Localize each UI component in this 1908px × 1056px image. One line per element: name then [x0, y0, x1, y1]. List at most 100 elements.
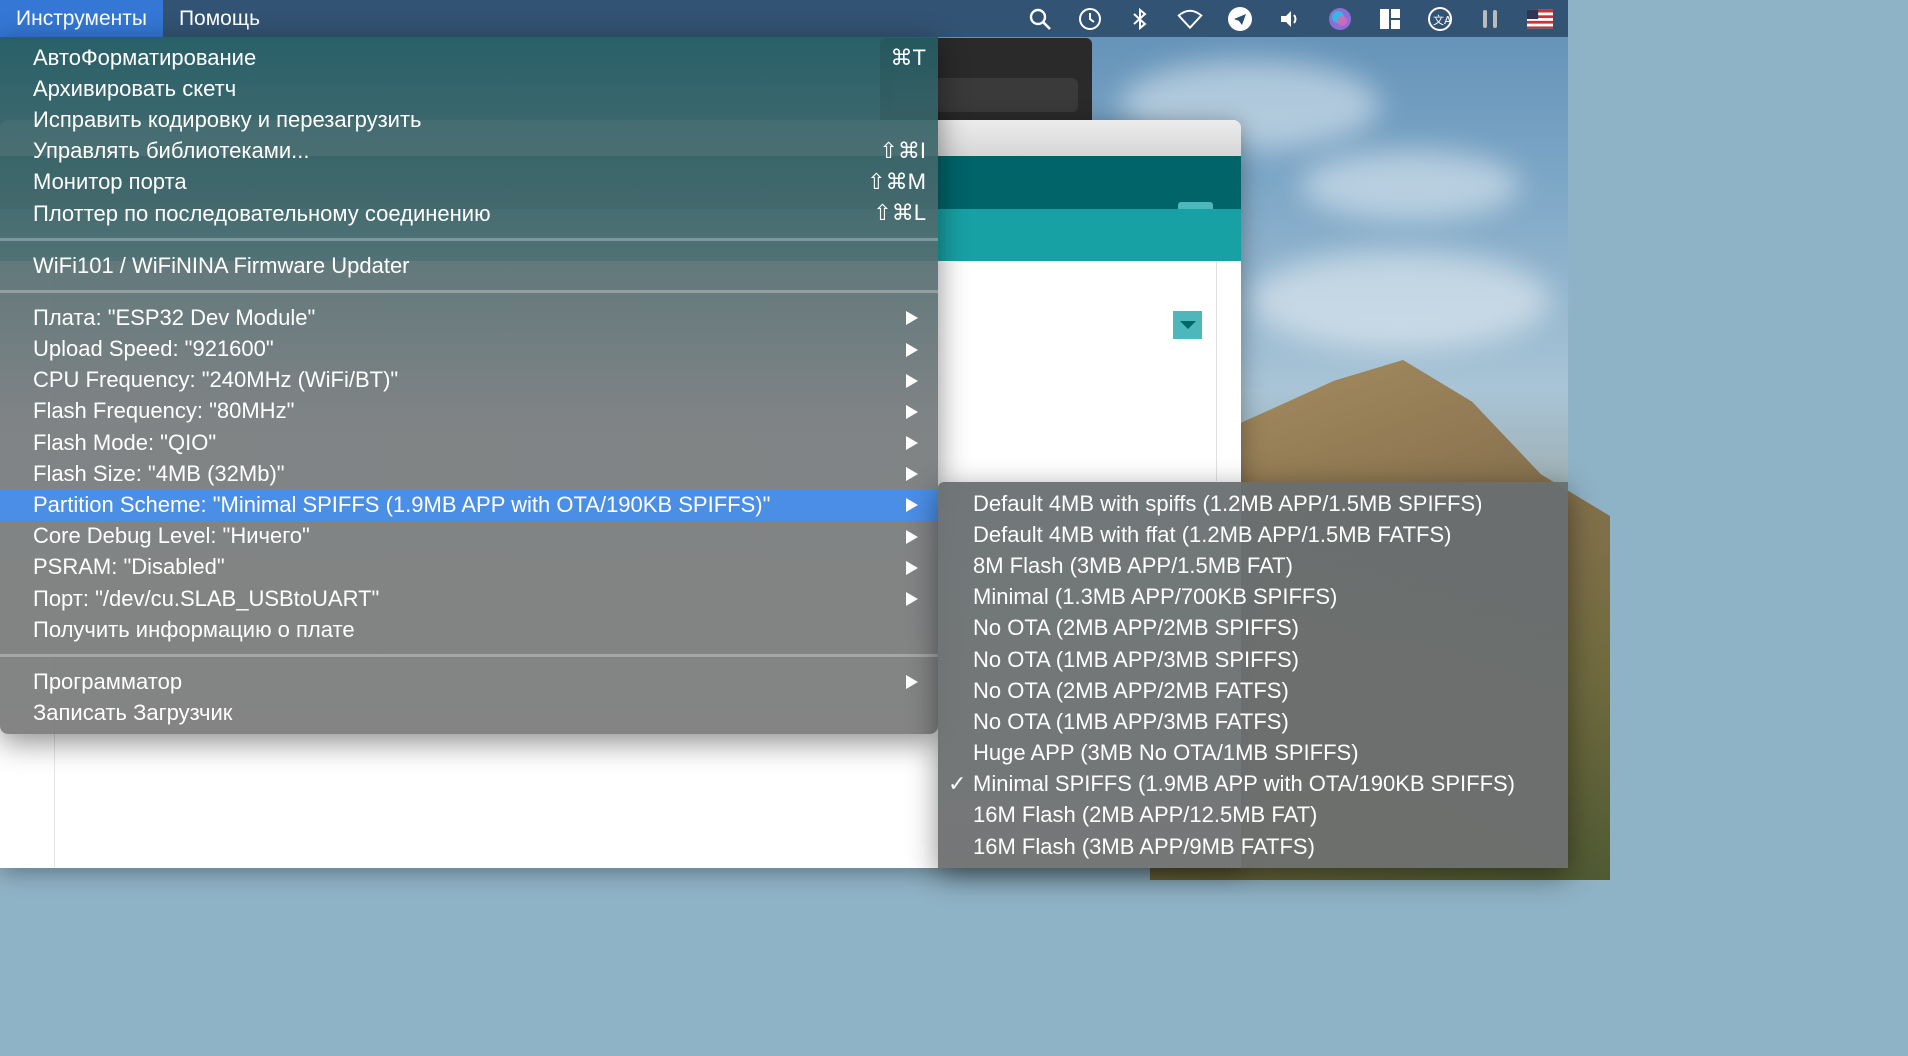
submenu-item-label: 16M Flash (3MB APP/9MB FATFS) — [973, 833, 1315, 859]
submenu-item[interactable]: Default 4MB with ffat (1.2MB APP/1.5MB F… — [938, 519, 1568, 550]
menu-item-label: Получить информацию о плате — [33, 616, 355, 642]
siri-icon[interactable] — [1326, 5, 1354, 33]
submenu-arrow-icon — [906, 498, 918, 513]
menu-bar: Инструменты Помощь 文A — [0, 0, 1568, 37]
menu-item-burn-bootloader[interactable]: Записать Загрузчик — [0, 698, 938, 729]
submenu-arrow-icon — [906, 467, 918, 482]
submenu-arrow-icon — [906, 311, 918, 326]
menu-item-partition-scheme[interactable]: Partition Scheme: "Minimal SPIFFS (1.9MB… — [0, 489, 938, 521]
tools-menu: АвтоФорматирование ⌘T Архивировать скетч… — [0, 37, 938, 734]
menu-item-label: АвтоФорматирование — [33, 44, 257, 70]
menu-item-label: WiFi101 / WiFiNINA Firmware Updater — [33, 252, 410, 278]
submenu-item[interactable]: Huge APP (3MB No OTA/1MB SPIFFS) — [938, 738, 1568, 769]
submenu-item[interactable]: 8M Flash (3MB APP/1.5MB FAT) — [938, 550, 1568, 581]
submenu-arrow-icon — [906, 436, 918, 451]
submenu-item[interactable]: 16M Flash (3MB APP/9MB FATFS) — [938, 831, 1568, 862]
submenu-arrow-icon — [906, 404, 918, 419]
volume-icon[interactable] — [1276, 5, 1304, 33]
menu-item-board[interactable]: Плата: "ESP32 Dev Module" — [0, 302, 938, 333]
menu-item-shortcut: ⇧⌘I — [879, 138, 926, 164]
menu-item-cpu-frequency[interactable]: CPU Frequency: "240MHz (WiFi/BT)" — [0, 365, 938, 396]
time-machine-icon[interactable] — [1076, 5, 1104, 33]
submenu-arrow-icon — [906, 675, 918, 690]
menu-item-label: Исправить кодировку и перезагрузить — [33, 106, 422, 132]
svg-text:文A: 文A — [1433, 13, 1452, 27]
submenu-arrow-icon — [906, 373, 918, 388]
menu-item-fix-encoding[interactable]: Исправить кодировку и перезагрузить — [0, 104, 938, 135]
menubar-help[interactable]: Помощь — [163, 0, 276, 37]
menu-item-serial-monitor[interactable]: Монитор порта ⇧⌘M — [0, 167, 938, 198]
submenu-item-label: Minimal SPIFFS (1.9MB APP with OTA/190KB… — [973, 771, 1516, 797]
menu-item-label: Flash Frequency: "80MHz" — [33, 398, 295, 424]
menu-item-label: Программатор — [33, 668, 183, 694]
menu-item-flash-frequency[interactable]: Flash Frequency: "80MHz" — [0, 396, 938, 427]
menu-separator — [0, 290, 938, 294]
submenu-arrow-icon — [906, 560, 918, 575]
menu-item-label: Записать Загрузчик — [33, 700, 233, 726]
menu-item-firmware-updater[interactable]: WiFi101 / WiFiNINA Firmware Updater — [0, 250, 938, 281]
menu-item-upload-speed[interactable]: Upload Speed: "921600" — [0, 334, 938, 365]
menu-item-shortcut: ⌘T — [890, 44, 926, 70]
menu-item-label: Управлять библиотеками... — [33, 138, 310, 164]
submenu-item-label: Minimal (1.3MB APP/700KB SPIFFS) — [973, 584, 1338, 610]
translate-icon[interactable]: 文A — [1426, 5, 1454, 33]
menu-item-label: Архивировать скетч — [33, 75, 237, 101]
submenu-item[interactable]: No OTA (2MB APP/2MB FATFS) — [938, 675, 1568, 706]
submenu-item[interactable]: No OTA (1MB APP/3MB SPIFFS) — [938, 644, 1568, 675]
menu-item-shortcut: ⇧⌘L — [873, 200, 926, 226]
window-manager-icon[interactable] — [1376, 5, 1404, 33]
submenu-item-label: Huge APP (3MB No OTA/1MB SPIFFS) — [973, 740, 1359, 766]
submenu-item-label: Default 4MB with ffat (1.2MB APP/1.5MB F… — [973, 521, 1452, 547]
us-flag-icon[interactable] — [1526, 5, 1554, 33]
tab-menu-button[interactable] — [1173, 311, 1202, 339]
menu-item-label: Upload Speed: "921600" — [33, 336, 274, 362]
menu-item-shortcut: ⇧⌘M — [867, 169, 926, 195]
menu-item-label: Плоттер по последовательному соединению — [33, 200, 491, 226]
checkmark-icon: ✓ — [948, 771, 967, 797]
menu-item-manage-libraries[interactable]: Управлять библиотеками... ⇧⌘I — [0, 136, 938, 167]
bluetooth-icon[interactable] — [1126, 5, 1154, 33]
menu-item-label: Плата: "ESP32 Dev Module" — [33, 304, 316, 330]
menu-separator — [0, 238, 938, 242]
submenu-arrow-icon — [906, 342, 918, 357]
submenu-item-label: No OTA (2MB APP/2MB SPIFFS) — [973, 615, 1300, 641]
menu-item-autoformat[interactable]: АвтоФорматирование ⌘T — [0, 42, 938, 73]
editor-scrollbar[interactable] — [1216, 261, 1217, 481]
menu-item-label: CPU Frequency: "240MHz (WiFi/BT)" — [33, 367, 399, 393]
submenu-arrow-icon — [906, 529, 918, 544]
menu-item-archive-sketch[interactable]: Архивировать скетч — [0, 73, 938, 104]
menu-item-psram[interactable]: PSRAM: "Disabled" — [0, 552, 938, 583]
spotlight-search-icon[interactable] — [1026, 5, 1054, 33]
submenu-item[interactable]: Minimal (1.3MB APP/700KB SPIFFS) — [938, 582, 1568, 613]
submenu-item-label: No OTA (1MB APP/3MB FATFS) — [973, 708, 1289, 734]
submenu-item-selected[interactable]: ✓ Minimal SPIFFS (1.9MB APP with OTA/190… — [938, 769, 1568, 800]
wifi-icon[interactable] — [1176, 5, 1204, 33]
menubar-tools[interactable]: Инструменты — [0, 0, 163, 37]
submenu-item-label: Default 4MB with spiffs (1.2MB APP/1.5MB… — [973, 490, 1483, 516]
submenu-item[interactable]: 16M Flash (2MB APP/12.5MB FAT) — [938, 800, 1568, 831]
airpods-icon[interactable] — [1476, 5, 1504, 33]
submenu-item-label: 8M Flash (3MB APP/1.5MB FAT) — [973, 552, 1293, 578]
menu-item-label: Core Debug Level: "Ничего" — [33, 523, 310, 549]
menu-item-serial-plotter[interactable]: Плоттер по последовательному соединению … — [0, 198, 938, 229]
submenu-item-label: No OTA (1MB APP/3MB SPIFFS) — [973, 646, 1300, 672]
menu-separator — [0, 654, 938, 658]
menu-item-flash-mode[interactable]: Flash Mode: "QIO" — [0, 427, 938, 458]
menu-item-label: Порт: "/dev/cu.SLAB_USBtoUART" — [33, 585, 380, 611]
submenu-item[interactable]: No OTA (2MB APP/2MB SPIFFS) — [938, 613, 1568, 644]
submenu-item-label: No OTA (2MB APP/2MB FATFS) — [973, 677, 1289, 703]
menu-item-board-info[interactable]: Получить информацию о плате — [0, 614, 938, 645]
menu-item-port[interactable]: Порт: "/dev/cu.SLAB_USBtoUART" — [0, 583, 938, 614]
menu-item-core-debug-level[interactable]: Core Debug Level: "Ничего" — [0, 521, 938, 552]
menu-item-label: Partition Scheme: "Minimal SPIFFS (1.9MB… — [33, 492, 771, 518]
submenu-arrow-icon — [906, 592, 918, 606]
partition-scheme-submenu: Default 4MB with spiffs (1.2MB APP/1.5MB… — [938, 482, 1568, 868]
submenu-item[interactable]: Default 4MB with spiffs (1.2MB APP/1.5MB… — [938, 488, 1568, 519]
submenu-item-label: 16M Flash (2MB APP/12.5MB FAT) — [973, 802, 1318, 828]
menu-item-flash-size[interactable]: Flash Size: "4MB (32Mb)" — [0, 458, 938, 489]
telegram-icon[interactable] — [1226, 5, 1254, 33]
menu-item-label: Flash Mode: "QIO" — [33, 429, 217, 455]
submenu-item[interactable]: No OTA (1MB APP/3MB FATFS) — [938, 706, 1568, 737]
menu-item-label: Монитор порта — [33, 169, 187, 195]
menu-item-programmer[interactable]: Программатор — [0, 666, 938, 697]
